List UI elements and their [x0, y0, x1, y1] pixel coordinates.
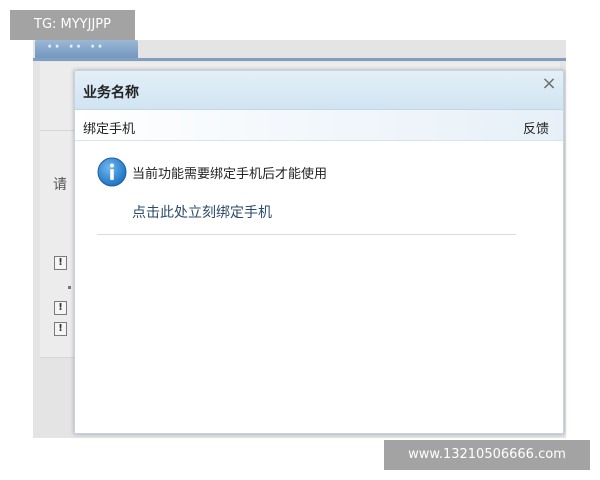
warning-icon: ! [54, 322, 67, 336]
background-label: 请 [53, 177, 67, 193]
watermark-top-left: TG: MYYJJPP [10, 10, 135, 40]
background-tab-bar [33, 58, 566, 61]
warning-icon: ! [54, 256, 67, 270]
dialog-header: 业务名称 × [75, 71, 563, 110]
background-bullet [68, 286, 71, 289]
dialog-divider [97, 234, 516, 235]
bind-phone-label: 绑定手机 [83, 122, 136, 137]
dialog-title: 业务名称 [83, 85, 139, 101]
dialog-subbar: 绑定手机 反馈 [75, 110, 563, 141]
feedback-link[interactable]: 反馈 [523, 118, 549, 137]
close-icon[interactable]: × [541, 75, 557, 93]
watermark-bottom-right: www.13210506666.com [384, 440, 590, 470]
warning-icon: ! [54, 301, 67, 315]
message-text: 当前功能需要绑定手机后才能使用 [132, 167, 328, 182]
background-tab: ·· ·· ·· [35, 40, 138, 60]
info-icon [97, 157, 127, 187]
bind-phone-dialog: 业务名称 × 绑定手机 反馈 当前功能需要绑定手机后才能使用 点击此处立刻绑定手… [74, 70, 564, 434]
bind-phone-link[interactable]: 点击此处立刻绑定手机 [132, 202, 272, 222]
